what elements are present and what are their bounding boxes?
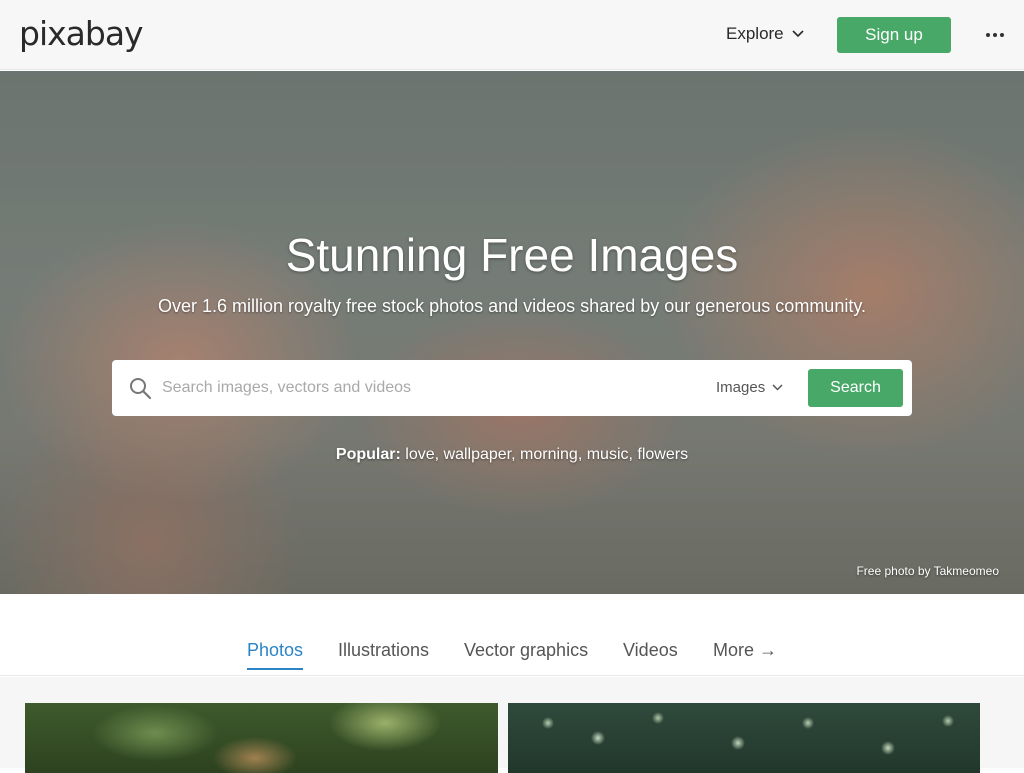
popular-term-morning[interactable]: morning [520,446,578,463]
media-type-tabs: Photos Illustrations Vector graphics Vid… [0,594,1024,676]
popular-searches: Popular: love, wallpaper, morning, music… [335,446,689,463]
image-gallery [0,677,1024,773]
search-icon[interactable] [128,376,152,400]
hero-section: Stunning Free Images Over 1.6 million ro… [0,71,1024,594]
more-horizontal-icon[interactable] [982,24,1008,46]
search-bar: Images Search [112,360,912,416]
popular-term-flowers[interactable]: flowers [637,446,688,463]
dot [993,33,997,37]
photo-credit[interactable]: Free photo by Takmeomeo [856,564,999,578]
gallery-image[interactable] [25,703,498,773]
popular-term-music[interactable]: music [587,446,629,463]
dot [1000,33,1004,37]
explore-menu[interactable]: Explore [726,24,804,44]
tab-videos[interactable]: Videos [623,640,678,661]
popular-term-love[interactable]: love [405,446,434,463]
search-button[interactable]: Search [808,369,903,407]
chevron-down-icon [792,30,804,38]
hero-background-image [0,71,1024,594]
search-type-dropdown[interactable]: Images [716,379,783,396]
dot [986,33,990,37]
tab-photos[interactable]: Photos [247,640,304,670]
search-input[interactable] [162,372,682,404]
explore-label: Explore [726,24,784,43]
hero-title: Stunning Free Images [285,229,739,281]
tab-more[interactable]: More → [713,640,777,661]
hero-subtitle: Over 1.6 million royalty free stock phot… [157,296,866,316]
search-type-label: Images [716,379,766,396]
signup-button[interactable]: Sign up [837,17,951,53]
popular-label: Popular: [335,446,401,463]
gallery-image[interactable] [508,703,980,773]
tab-vector-graphics[interactable]: Vector graphics [464,640,588,661]
tab-illustrations[interactable]: Illustrations [338,640,429,661]
top-header: pixabay Explore Sign up [0,0,1024,70]
popular-term-wallpaper[interactable]: wallpaper [444,446,512,463]
chevron-down-icon [772,384,783,391]
pixabay-logo[interactable]: pixabay [19,14,144,53]
